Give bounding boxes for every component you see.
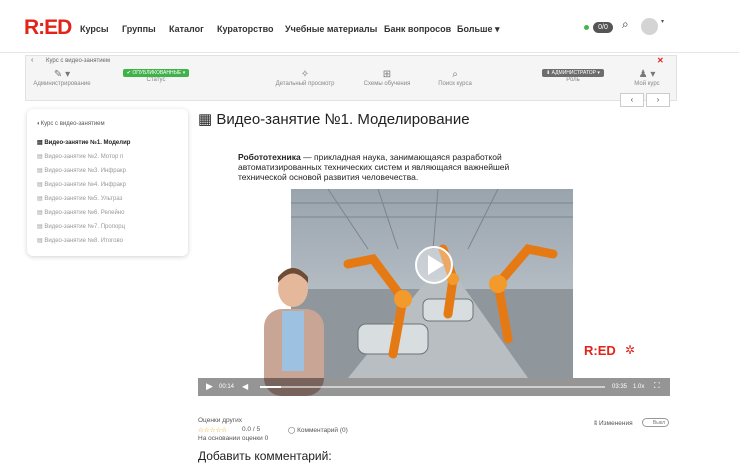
- page-title: ▦ Видео-занятие №1. Моделирование: [198, 111, 470, 128]
- film-icon: ▦: [198, 111, 217, 128]
- sidebar-title[interactable]: ◐Курс с видео-занятием: [37, 121, 105, 127]
- sidebar-item[interactable]: ▤ Видео-занятие №2. Мотор п: [37, 153, 123, 160]
- nav-catalog[interactable]: Каталог: [169, 24, 204, 34]
- comments-link[interactable]: ◯ Комментарий (0): [288, 426, 348, 434]
- comment-icon: ◯: [288, 427, 298, 434]
- nav-groups[interactable]: Группы: [122, 24, 156, 34]
- fullscreen-icon[interactable]: ⛶: [654, 381, 660, 391]
- video-watermark: R:ED: [584, 343, 616, 358]
- course-breadcrumb[interactable]: Курс с видео-занятием: [46, 58, 110, 64]
- speed-label[interactable]: 1.0x: [633, 384, 644, 390]
- notification-counter[interactable]: 0/0: [593, 22, 613, 33]
- add-comment-heading: Добавить комментарий:: [198, 449, 332, 463]
- sidebar-item[interactable]: ▤ Видео-занятие №1. Моделир: [37, 139, 130, 146]
- play-icon[interactable]: ▶: [206, 381, 213, 392]
- ratings-label: Оценки других: [198, 417, 243, 424]
- video-player[interactable]: [198, 189, 670, 396]
- online-indicator: [584, 25, 589, 30]
- sidebar-item[interactable]: ▤ Видео-занятие №5. Ультраз: [37, 195, 122, 202]
- star-rating[interactable]: ☆☆☆☆☆: [198, 426, 227, 434]
- prev-button[interactable]: ‹: [620, 93, 644, 107]
- video-frame: [198, 189, 670, 396]
- nav-question-bank[interactable]: Банк вопросов: [384, 24, 451, 34]
- tool-my-course[interactable]: ♟ ▾ Мой курс: [622, 69, 672, 87]
- changes-toggle[interactable]: Выкл: [642, 418, 669, 427]
- time-current: 00:14: [219, 384, 235, 390]
- time-total: 03:35: [612, 384, 628, 390]
- rating-basis: На основании оценки 0: [198, 435, 269, 442]
- wrench-icon: ✎ ▾: [53, 69, 71, 80]
- tool-status[interactable]: ✔ ОПУБЛИКОВАННЫЕ ▾ Статус: [116, 69, 196, 83]
- tool-learning-schemes[interactable]: ⊞ Схемы обучения: [355, 69, 419, 87]
- user-icon: ♟ ▾: [638, 69, 656, 80]
- sidebar-item[interactable]: ▤ Видео-занятие №8. Итогово: [37, 237, 123, 244]
- tool-course-search[interactable]: ⌕ Поиск курса: [425, 69, 485, 87]
- volume-icon[interactable]: ◀︎: [242, 382, 248, 391]
- progress-bar[interactable]: [260, 386, 605, 388]
- back-arrow-icon[interactable]: ‹: [31, 57, 33, 64]
- status-badge[interactable]: ✔ ОПУБЛИКОВАННЫЕ ▾: [122, 69, 190, 77]
- logo[interactable]: R:ED: [24, 16, 72, 40]
- lesson-description: Робототехника — прикладная наука, занима…: [238, 152, 510, 182]
- rating-score: 0.0 / 5: [242, 426, 261, 433]
- close-icon[interactable]: ✕: [657, 56, 664, 65]
- nav-materials[interactable]: Учебные материалы: [285, 24, 377, 34]
- nav-more[interactable]: Больше ▾: [457, 24, 500, 35]
- tool-detail-view[interactable]: ✧ Детальный просмотр: [265, 69, 345, 87]
- sidebar-item[interactable]: ▤ Видео-занятие №4. Инфракр: [37, 181, 126, 188]
- role-badge[interactable]: ⬇ АДМИНИСТРАТОР ▾: [542, 69, 604, 77]
- sidebar-item[interactable]: ▤ Видео-занятие №6. Релейно: [37, 209, 124, 216]
- lightbulb-icon: ✧: [300, 69, 310, 80]
- tool-admin[interactable]: ✎ ▾ Администрирование: [32, 69, 92, 87]
- nav-curation[interactable]: Кураторство: [217, 24, 274, 34]
- tool-role[interactable]: ⬇ АДМИНИСТРАТОР ▾ Роль: [538, 69, 608, 83]
- search-icon[interactable]: ⌕: [622, 17, 629, 32]
- sitemap-icon: ⊞: [382, 69, 392, 80]
- watermark-icon: ✲: [625, 343, 636, 357]
- progress-fill: [260, 386, 281, 388]
- sidebar-item[interactable]: ▤ Видео-занятие №3. Инфракр: [37, 167, 126, 174]
- chevron-down-icon[interactable]: ▾: [661, 18, 664, 25]
- nav-courses[interactable]: Курсы: [80, 24, 109, 34]
- avatar[interactable]: [641, 18, 658, 35]
- sidebar-item[interactable]: ▤ Видео-занятие №7. Пропорц: [37, 223, 125, 230]
- changes-label: ʬ Изменения: [594, 420, 633, 427]
- search-icon: ⌕: [452, 69, 458, 80]
- next-button[interactable]: ›: [646, 93, 670, 107]
